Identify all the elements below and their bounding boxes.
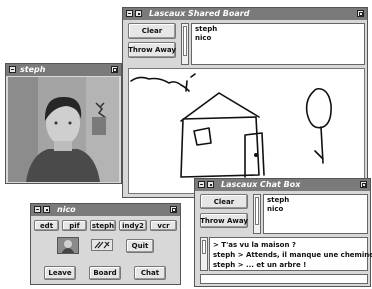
maximize-icon[interactable] [357,10,364,17]
list-item[interactable]: nico [195,34,361,43]
window-menu-icon[interactable] [34,206,41,213]
chat-users-list[interactable]: steph nico [263,194,368,234]
chat-messages-log: > T'as vu la maison ? steph > Attends, i… [209,237,372,271]
video-window: steph [5,63,122,184]
tool-button-vcr[interactable]: vcr [150,220,177,231]
maximize-icon[interactable] [360,181,367,188]
minimize-icon[interactable] [135,10,142,17]
minimize-icon[interactable] [43,206,50,213]
chat-users-scrollbar[interactable] [253,194,261,234]
window-menu-icon[interactable] [9,66,16,73]
leave-button[interactable]: Leave [44,266,76,280]
chat-button[interactable]: Chat [134,266,166,280]
board-users-list[interactable]: steph nico [191,23,365,65]
maximize-icon[interactable] [170,206,177,213]
video-thumbnail-icon[interactable] [57,237,79,254]
quit-button[interactable]: Quit [126,239,154,253]
chat-message: > T'as vu la maison ? [213,241,296,249]
control-panel-window: nico edt pif steph indy2 vcr Quit Leave … [30,203,181,285]
chat-box-window: Lascaux Chat Box Clear Throw Away steph … [194,178,372,287]
list-item[interactable]: nico [267,205,364,214]
chat-throw-away-button[interactable]: Throw Away [200,213,248,228]
chat-input-field[interactable] [200,274,368,284]
chat-titlebar[interactable]: Lascaux Chat Box [195,179,370,191]
video-frame-image [8,77,119,182]
board-users-scrollbar[interactable] [181,23,189,65]
control-window-title: nico [57,205,76,214]
board-button[interactable]: Board [89,266,121,280]
chat-message: steph > Attends, il manque une cheminee [213,251,372,259]
board-window-title: Lascaux Shared Board [149,9,250,18]
board-throw-away-button[interactable]: Throw Away [128,42,176,58]
shared-board-window: Lascaux Shared Board Clear Throw Away st… [122,7,368,198]
tool-button-steph[interactable]: steph [90,220,116,231]
list-item[interactable]: steph [267,196,364,205]
chat-message: steph > ... et un arbre ! [213,261,307,269]
video-window-title: steph [20,65,46,74]
control-titlebar[interactable]: nico [31,204,180,216]
video-feed [8,77,119,182]
tool-button-indy2[interactable]: indy2 [119,220,147,231]
chat-messages-scrollbar[interactable] [200,237,208,271]
drawing-canvas[interactable] [128,68,365,194]
list-item[interactable]: steph [195,25,361,34]
tool-button-edt[interactable]: edt [34,220,59,231]
minimize-icon[interactable] [207,181,214,188]
window-menu-icon[interactable] [126,10,133,17]
house-drawing [130,73,332,178]
window-menu-icon[interactable] [198,181,205,188]
chat-clear-button[interactable]: Clear [200,194,248,209]
video-titlebar[interactable]: steph [6,64,121,76]
maximize-icon[interactable] [111,66,118,73]
board-titlebar[interactable]: Lascaux Shared Board [123,8,367,20]
chat-window-title: Lascaux Chat Box [221,180,301,189]
tools-icon[interactable] [91,239,113,251]
tool-button-pif[interactable]: pif [62,220,87,231]
board-clear-button[interactable]: Clear [128,23,176,39]
